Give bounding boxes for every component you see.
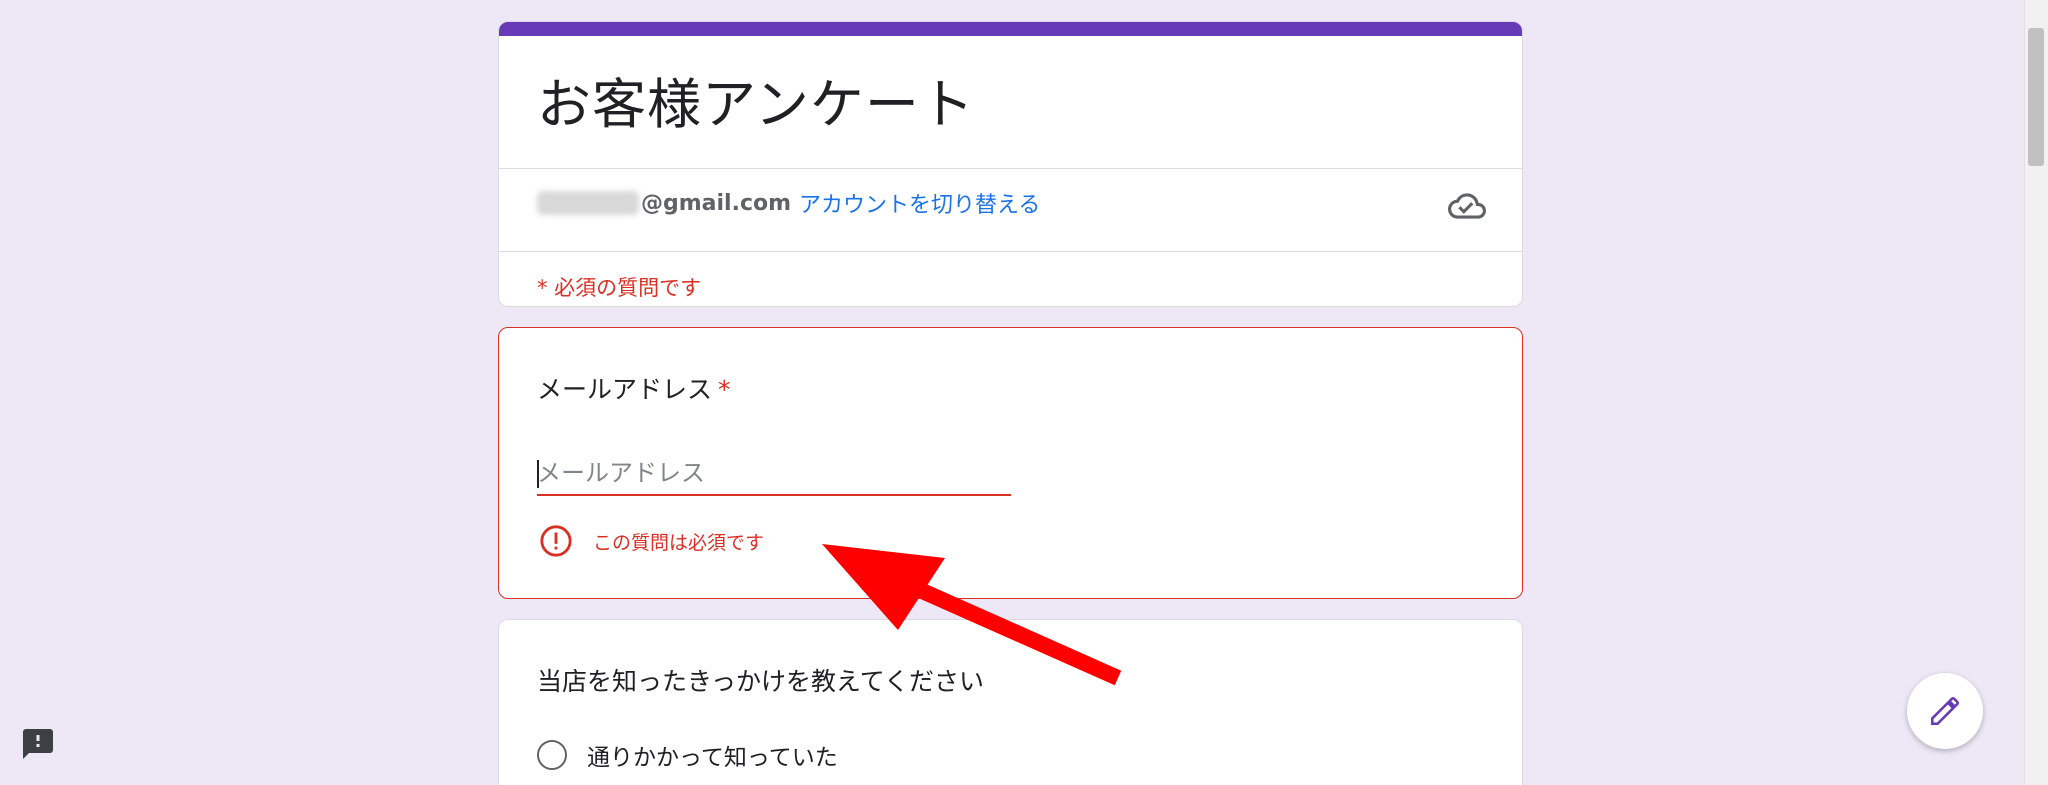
pencil-icon (1930, 696, 1960, 726)
header-divider (499, 168, 1522, 169)
feedback-icon[interactable] (20, 726, 56, 762)
radio-button[interactable] (537, 740, 567, 770)
form-header-card: お客様アンケート @gmail.com アカウントを切り替える * 必須の質問で… (498, 21, 1523, 307)
form-title: お客様アンケート (537, 73, 975, 136)
scrollbar[interactable] (2024, 0, 2048, 785)
account-divider (499, 251, 1522, 252)
error-message-row: この質問は必須です (539, 524, 764, 558)
annotation-arrow (822, 544, 1122, 686)
cloud-saved-icon[interactable] (1448, 187, 1486, 225)
email-input[interactable] (537, 452, 1011, 496)
account-row: @gmail.com アカウントを切り替える (537, 187, 1040, 219)
error-circle-icon (540, 525, 572, 557)
switch-account-link[interactable]: アカウントを切り替える (799, 187, 1040, 219)
header-accent-bar (499, 22, 1522, 36)
blurred-username (537, 191, 639, 215)
scrollbar-thumb[interactable] (2028, 28, 2044, 166)
text-caret (537, 460, 539, 488)
edit-button[interactable] (1907, 673, 1983, 749)
required-note: * 必須の質問です (537, 276, 702, 300)
radio-option[interactable]: 通りかかって知っていた (537, 738, 838, 772)
required-asterisk: * (718, 375, 731, 404)
question-email-label: メールアドレス (537, 375, 713, 404)
account-email-domain: @gmail.com (641, 190, 792, 216)
error-message: この質問は必須です (593, 531, 765, 554)
radio-option-label: 通りかかって知っていた (587, 745, 838, 771)
form-page: お客様アンケート @gmail.com アカウントを切り替える * 必須の質問で… (0, 0, 2048, 785)
question-email-title: メールアドレス * (537, 370, 731, 406)
